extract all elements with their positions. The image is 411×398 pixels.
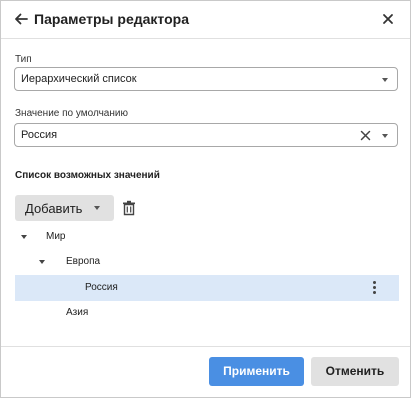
tree-item-aziya[interactable]: Азия [15, 300, 399, 326]
tree-item-label: Европа [66, 256, 101, 267]
tree-item-evropa[interactable]: Европа [15, 249, 399, 275]
add-button-label: Добавить [25, 201, 83, 216]
default-value-text: Россия [21, 129, 58, 141]
close-icon[interactable] [381, 12, 395, 26]
tree-item-label: Азия [66, 307, 89, 318]
dialog-header: Параметры редактора [1, 1, 410, 39]
tree-item-mir[interactable]: Мир [15, 224, 399, 250]
default-value-select[interactable]: Россия [14, 123, 398, 147]
tree-item-label: Россия [85, 282, 118, 293]
cancel-button[interactable]: Отменить [311, 357, 399, 386]
type-select[interactable]: Иерархический список [14, 67, 398, 91]
expand-toggle-icon[interactable] [39, 260, 45, 264]
arrow-left-icon[interactable] [13, 11, 29, 27]
clear-icon[interactable] [360, 130, 371, 141]
chevron-down-icon[interactable] [382, 78, 388, 82]
footer-divider [1, 346, 410, 347]
values-section-title: Список возможных значений [15, 170, 160, 181]
default-value-label: Значение по умолчанию [15, 108, 128, 119]
tree-item-rossiya[interactable]: Россия [15, 275, 399, 301]
editor-settings-dialog: Параметры редактора Тип Иерархический сп… [0, 0, 411, 398]
add-button[interactable]: Добавить [15, 195, 114, 221]
type-select-value: Иерархический список [21, 73, 137, 85]
trash-icon[interactable] [122, 200, 136, 216]
more-vertical-icon[interactable] [372, 281, 376, 295]
chevron-down-icon[interactable] [382, 134, 388, 138]
tree-item-label: Мир [46, 231, 66, 242]
type-label: Тип [15, 54, 32, 65]
chevron-down-icon [94, 206, 100, 210]
dialog-title: Параметры редактора [34, 11, 189, 27]
apply-button[interactable]: Применить [209, 357, 304, 386]
expand-toggle-icon[interactable] [21, 235, 27, 239]
